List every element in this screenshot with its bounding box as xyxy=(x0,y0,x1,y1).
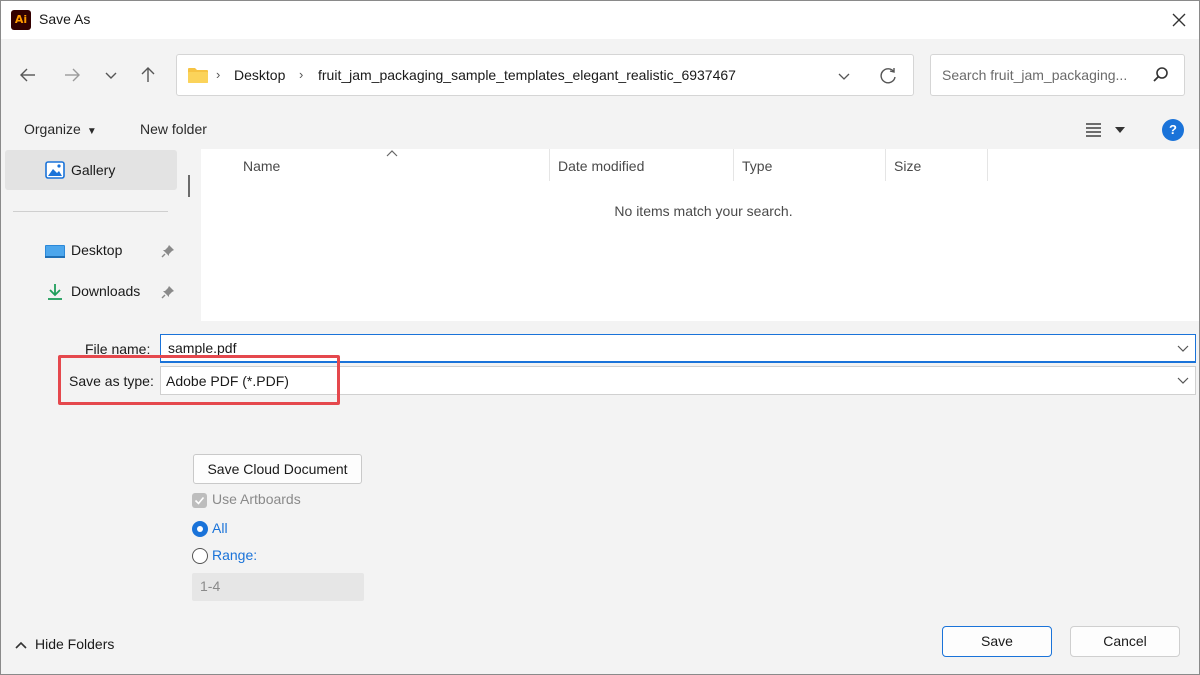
close-button[interactable] xyxy=(1163,5,1195,35)
file-list: Name Date modified Type Size No items ma… xyxy=(201,149,1199,321)
refresh-icon xyxy=(880,68,896,84)
chevron-down-icon[interactable] xyxy=(1177,375,1189,385)
desktop-icon xyxy=(45,245,65,258)
change-view-button[interactable] xyxy=(1084,120,1130,140)
arrow-left-icon xyxy=(20,68,35,82)
range-value: 1-4 xyxy=(200,578,221,594)
recent-locations-button[interactable] xyxy=(98,62,124,88)
help-icon[interactable]: ? xyxy=(1162,119,1184,141)
column-header-date-modified[interactable]: Date modified xyxy=(558,158,644,174)
file-name-value: sample.pdf xyxy=(168,340,237,356)
caret-down-icon: ▼ xyxy=(86,126,97,137)
search-box[interactable]: Search fruit_jam_packaging... xyxy=(930,54,1185,96)
sidebar-item-desktop[interactable]: Desktop xyxy=(5,233,177,269)
chevron-down-icon[interactable] xyxy=(1177,343,1189,353)
chevron-up-icon xyxy=(15,642,27,649)
use-artboards-checkbox[interactable] xyxy=(192,493,207,508)
new-folder-button[interactable]: New folder xyxy=(140,121,207,137)
breadcrumb-current-folder[interactable]: fruit_jam_packaging_sample_templates_ele… xyxy=(318,67,736,83)
gallery-icon xyxy=(45,161,65,179)
column-header-name[interactable]: Name xyxy=(243,158,280,174)
hide-folders-button[interactable]: Hide Folders xyxy=(15,636,114,652)
range-input[interactable]: 1-4 xyxy=(192,573,364,601)
column-divider[interactable] xyxy=(549,149,550,181)
title-bar: Ai Save As xyxy=(1,1,1199,39)
chevron-down-icon xyxy=(105,72,117,79)
sidebar-item-downloads[interactable]: Downloads xyxy=(5,274,177,310)
back-button[interactable] xyxy=(15,62,41,88)
arrow-up-icon xyxy=(141,67,155,82)
sidebar-divider xyxy=(13,211,168,212)
navigation-pane: Gallery Desktop Downloads xyxy=(1,149,201,321)
radio-all[interactable] xyxy=(192,521,208,537)
column-header-type[interactable]: Type xyxy=(742,158,772,174)
save-cloud-document-button[interactable]: Save Cloud Document xyxy=(193,454,362,484)
up-button[interactable] xyxy=(135,62,161,88)
navigation-bar: › Desktop › fruit_jam_packaging_sample_t… xyxy=(1,39,1199,111)
use-artboards-label: Use Artboards xyxy=(212,491,301,507)
radio-range-label: Range: xyxy=(212,547,258,563)
radio-all-label: All xyxy=(212,520,228,536)
save-button[interactable]: Save xyxy=(942,626,1052,657)
sidebar-item-label: Gallery xyxy=(71,162,116,178)
breadcrumb-separator-icon: › xyxy=(216,67,221,82)
breadcrumb-desktop[interactable]: Desktop xyxy=(234,67,285,83)
chevron-down-icon xyxy=(838,73,850,80)
column-divider[interactable] xyxy=(733,149,734,181)
navigation-pane-scrollbar[interactable] xyxy=(188,175,190,197)
pin-icon[interactable] xyxy=(161,285,175,299)
hide-folders-label: Hide Folders xyxy=(35,636,115,652)
illustrator-app-icon: Ai xyxy=(11,10,31,30)
refresh-button[interactable] xyxy=(877,65,901,87)
radio-range[interactable] xyxy=(192,548,208,564)
pin-icon[interactable] xyxy=(161,244,175,258)
sidebar-item-gallery[interactable]: Gallery xyxy=(5,150,177,190)
dialog-footer: Hide Folders Save Cancel xyxy=(1,607,1199,674)
address-bar[interactable]: › Desktop › fruit_jam_packaging_sample_t… xyxy=(176,54,914,96)
forward-button[interactable] xyxy=(59,62,85,88)
search-placeholder: Search fruit_jam_packaging... xyxy=(942,67,1128,83)
sort-ascending-icon xyxy=(386,150,398,157)
save-options-panel: File name: sample.pdf Save as type: Adob… xyxy=(1,321,1199,607)
close-icon xyxy=(1172,13,1186,27)
sidebar-item-label: Desktop xyxy=(71,242,123,258)
save-as-dialog: Ai Save As › Desktop › fruit_jam_packagi… xyxy=(0,0,1200,675)
column-divider[interactable] xyxy=(987,149,988,181)
column-header-size[interactable]: Size xyxy=(894,158,921,174)
column-divider[interactable] xyxy=(885,149,886,181)
app-icon-text: Ai xyxy=(14,13,28,26)
search-icon xyxy=(1153,67,1168,82)
address-history-button[interactable] xyxy=(833,66,855,86)
organize-menu[interactable]: Organize ▼ xyxy=(24,121,97,137)
organize-label: Organize xyxy=(24,121,81,137)
breadcrumb-separator-icon: › xyxy=(299,67,304,82)
download-icon xyxy=(48,284,62,300)
dialog-title: Save As xyxy=(39,11,91,27)
checkmark-icon xyxy=(194,496,205,505)
annotation-highlight-box xyxy=(58,355,340,405)
cancel-button[interactable]: Cancel xyxy=(1070,626,1180,657)
view-options-icon xyxy=(1086,123,1125,137)
folder-icon xyxy=(188,68,208,83)
command-bar: Organize ▼ New folder ? xyxy=(1,111,1199,149)
sidebar-item-label: Downloads xyxy=(71,283,141,299)
empty-folder-message: No items match your search. xyxy=(614,203,793,219)
arrow-right-icon xyxy=(65,68,80,82)
